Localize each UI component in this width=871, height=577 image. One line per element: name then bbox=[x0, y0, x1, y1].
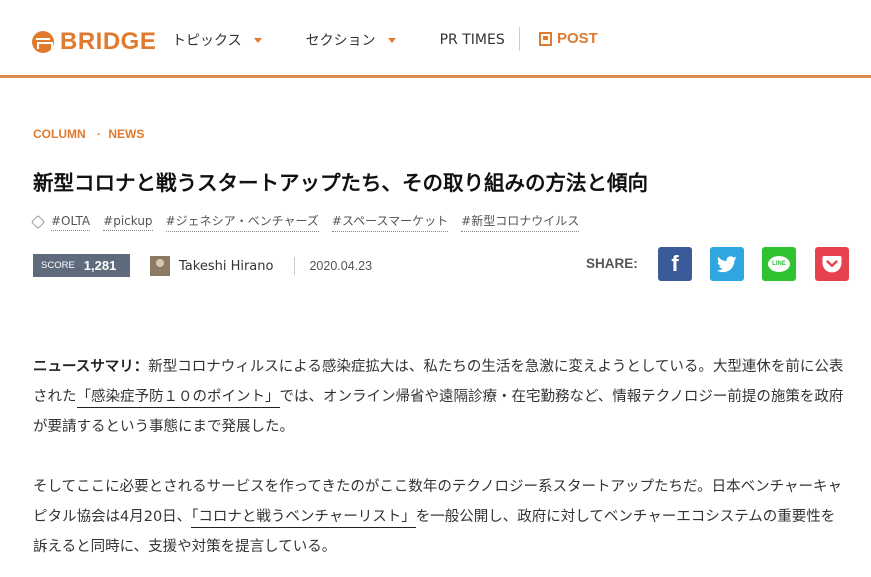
nav-pr-times-label: PR TIMES bbox=[439, 32, 505, 48]
share-twitter-button[interactable] bbox=[710, 247, 744, 281]
paragraph-venture-list: そしてここに必要とされるサービスを作ってきたのがここ数年のテクノロジー系スタート… bbox=[33, 472, 848, 562]
line-icon: LINE bbox=[768, 256, 790, 272]
breadcrumb-news[interactable]: NEWS bbox=[108, 127, 144, 141]
nav-divider bbox=[519, 27, 520, 51]
bridge-logo-icon bbox=[32, 31, 54, 53]
tag-list: #OLTA #pickup #ジェネシア・ベンチャーズ #スペースマーケット #… bbox=[30, 212, 592, 232]
tag-pickup[interactable]: #pickup bbox=[103, 214, 153, 231]
score-value: 1,281 bbox=[83, 258, 117, 273]
twitter-icon bbox=[717, 255, 737, 272]
summary-lead: ニュースサマリ： bbox=[33, 359, 149, 375]
nav-sections[interactable]: セクション bbox=[306, 30, 396, 50]
post-label: POST bbox=[557, 30, 598, 47]
infection-prevention-link[interactable]: 「感染症予防１０のポイント」 bbox=[76, 389, 280, 408]
main-nav: トピックス セクション PR TIMES bbox=[172, 30, 549, 50]
nav-topics[interactable]: トピックス bbox=[172, 30, 262, 50]
post-button[interactable]: POST bbox=[539, 30, 598, 47]
facebook-icon: f bbox=[671, 251, 679, 276]
avatar[interactable] bbox=[150, 256, 170, 276]
meta-divider bbox=[294, 257, 296, 275]
publish-date: 2020.04.23 bbox=[309, 259, 373, 273]
share-line-button[interactable]: LINE bbox=[762, 247, 796, 281]
share-pocket-button[interactable] bbox=[815, 247, 849, 281]
logo-text: BRIDGE bbox=[60, 28, 157, 55]
site-header: BRIDGE トピックス セクション PR TIMES POST bbox=[0, 0, 871, 78]
breadcrumb-separator: · bbox=[97, 127, 102, 141]
tag-new-coronavirus[interactable]: #新型コロナウイルス bbox=[461, 212, 580, 232]
article-meta: Takeshi Hirano 2020.04.23 bbox=[150, 256, 372, 276]
tag-icon bbox=[30, 214, 46, 230]
chevron-down-icon bbox=[253, 37, 262, 43]
author-name[interactable]: Takeshi Hirano bbox=[179, 259, 273, 274]
tag-genesia-ventures[interactable]: #ジェネシア・ベンチャーズ bbox=[165, 212, 319, 232]
paragraph-summary: ニュースサマリ：新型コロナウィルスによる感染症拡大は、私たちの生活を急激に変えよ… bbox=[33, 352, 848, 442]
score-badge: SCORE 1,281 bbox=[33, 254, 130, 277]
breadcrumb: COLUMN · NEWS bbox=[33, 127, 144, 141]
article-title: 新型コロナと戦うスタートアップたち、その取り組みの方法と傾向 bbox=[33, 171, 648, 195]
nav-sections-label: セクション bbox=[305, 33, 376, 49]
nav-pr-times[interactable]: PR TIMES bbox=[440, 32, 505, 48]
venture-list-link[interactable]: 「コロナと戦うベンチャーリスト」 bbox=[191, 509, 416, 528]
bridge-logo[interactable]: BRIDGE bbox=[32, 28, 156, 56]
share-label: SHARE: bbox=[586, 256, 638, 271]
chevron-down-icon bbox=[387, 37, 396, 43]
tag-spacemarket[interactable]: #スペースマーケット bbox=[331, 212, 449, 232]
pocket-icon bbox=[822, 256, 842, 273]
score-label: SCORE bbox=[41, 260, 75, 271]
post-icon bbox=[539, 31, 552, 46]
share-facebook-button[interactable]: f bbox=[658, 247, 692, 281]
tag-olta[interactable]: #OLTA bbox=[51, 214, 91, 231]
breadcrumb-column[interactable]: COLUMN bbox=[33, 127, 86, 141]
nav-topics-label: トピックス bbox=[172, 33, 242, 49]
